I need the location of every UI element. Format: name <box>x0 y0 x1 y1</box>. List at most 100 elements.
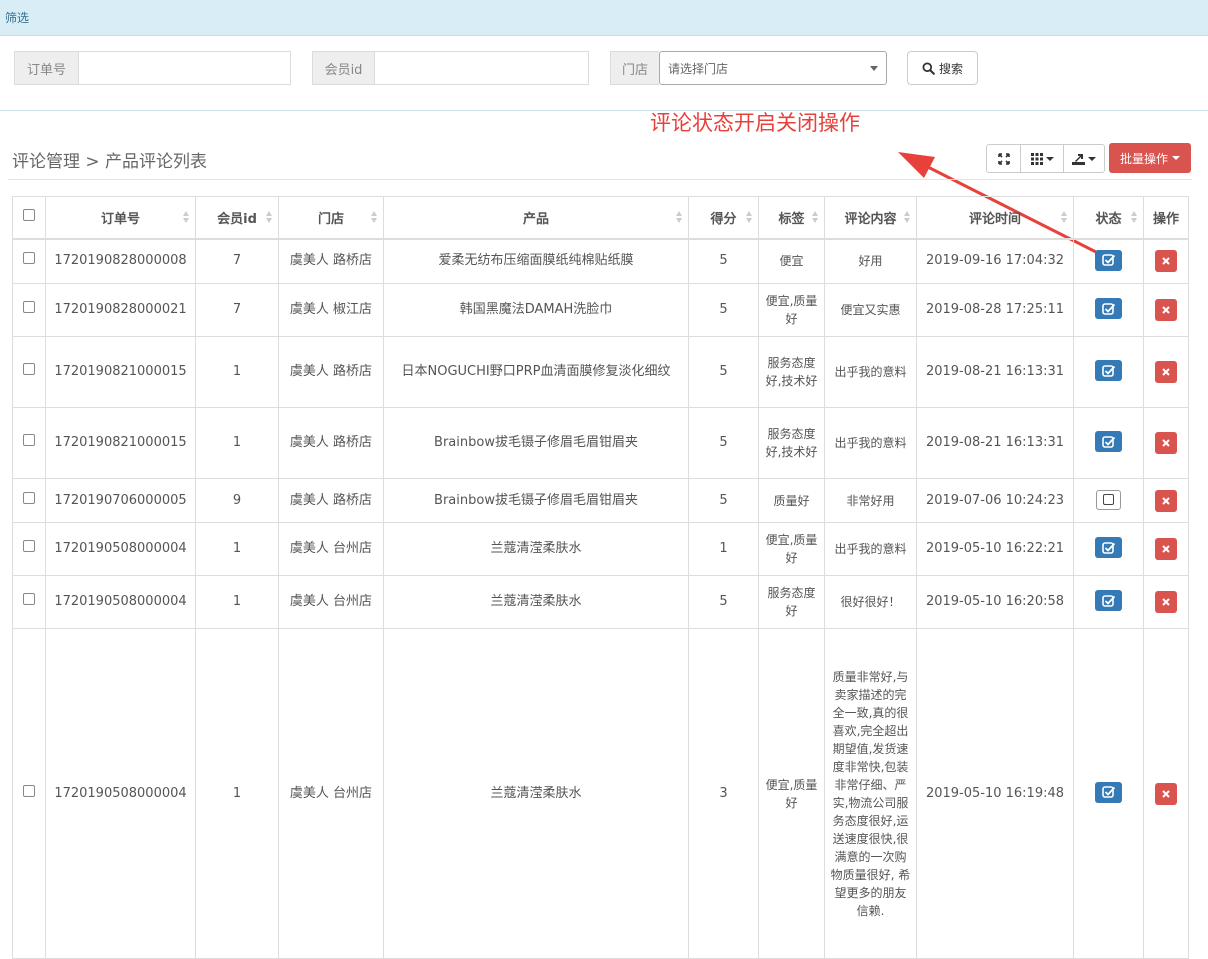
check-square-icon <box>1101 786 1115 799</box>
row-checkbox[interactable] <box>23 252 35 265</box>
column-header-label: 操作 <box>1152 211 1179 227</box>
delete-button[interactable] <box>1155 538 1177 560</box>
sort-icon <box>746 211 752 224</box>
column-header-score[interactable]: 得分 <box>688 196 759 240</box>
column-header-label: 得分 <box>710 211 737 227</box>
delete-button[interactable] <box>1155 250 1177 273</box>
export-button[interactable] <box>1063 144 1105 173</box>
status-toggle-on[interactable] <box>1095 298 1122 320</box>
status-cell <box>1073 283 1144 337</box>
delete-button[interactable] <box>1155 299 1177 321</box>
row-checkbox[interactable] <box>23 491 35 504</box>
status-cell <box>1073 575 1144 629</box>
status-toggle-off[interactable] <box>1096 489 1121 510</box>
columns-button[interactable] <box>1020 144 1064 173</box>
member-cell: 9 <box>195 478 279 523</box>
tag-cell: 服务态度好,技术好 <box>758 407 825 479</box>
table-row: 1720190828000008 7 虞美人 路桥店 爱柔无纺布压缩面膜纸纯棉贴纸膜 5… <box>12 238 1189 284</box>
order-cell: 1720190828000008 <box>45 238 196 284</box>
grid-icon <box>1030 152 1043 165</box>
column-header-product[interactable]: 产品 <box>383 196 689 240</box>
column-header-label: 订单号 <box>100 211 140 227</box>
score-cell: 5 <box>688 575 759 629</box>
status-toggle-on[interactable] <box>1095 360 1122 382</box>
status-toggle-on[interactable] <box>1095 537 1122 559</box>
sort-icon <box>676 211 682 224</box>
table-row: 1720190508000004 1 虞美人 台州店 兰蔻清滢柔肤水 5 服务态度好 很好很… <box>12 575 1189 629</box>
delete-button[interactable] <box>1155 361 1177 383</box>
table-row: 1720190821000015 1 虞美人 路桥店 日本NOGUCHI野口PRP血清… <box>12 336 1189 408</box>
select-all-checkbox[interactable] <box>23 209 35 222</box>
store-cell: 虞美人 路桥店 <box>278 336 384 408</box>
status-toggle-on[interactable] <box>1095 590 1122 612</box>
column-header-tag[interactable]: 标签 <box>758 196 825 240</box>
row-select-cell <box>12 628 46 959</box>
delete-button[interactable] <box>1155 432 1177 454</box>
empty-square-icon <box>1103 494 1114 506</box>
content-cell: 好用 <box>824 238 917 284</box>
status-cell <box>1073 238 1144 284</box>
column-header-content[interactable]: 评论内容 <box>824 196 917 240</box>
review-table: 订单号 会员id 门店 产品 得分 标签 评论内容 评论时间 状态 操作 172… <box>12 196 1189 959</box>
select-all-cell <box>12 196 46 240</box>
content-cell: 出乎我的意料 <box>824 522 917 576</box>
content-cell: 很好很好！ <box>824 575 917 629</box>
action-cell <box>1143 238 1189 284</box>
row-select-cell <box>12 575 46 629</box>
close-icon <box>1162 545 1170 553</box>
member-cell: 1 <box>195 336 279 408</box>
time-cell: 2019-08-21 16:13:31 <box>916 407 1074 479</box>
row-checkbox[interactable] <box>23 301 35 313</box>
status-toggle-on[interactable] <box>1095 431 1122 453</box>
status-toggle-on[interactable] <box>1095 781 1122 803</box>
row-checkbox[interactable] <box>23 540 35 552</box>
title-divider <box>8 179 1192 180</box>
delete-button[interactable] <box>1155 489 1177 512</box>
column-header-member[interactable]: 会员id <box>195 196 279 240</box>
order-cell: 1720190508000004 <box>45 575 196 629</box>
column-header-label: 产品 <box>522 211 549 227</box>
close-icon <box>1162 789 1170 798</box>
delete-button[interactable] <box>1155 782 1177 805</box>
sort-icon <box>1131 211 1137 224</box>
column-header-order[interactable]: 订单号 <box>45 196 196 240</box>
batch-actions-button[interactable]: 批量操作 <box>1109 143 1191 173</box>
column-header-time[interactable]: 评论时间 <box>916 196 1074 240</box>
sort-icon <box>266 211 272 224</box>
time-cell: 2019-08-21 16:13:31 <box>916 336 1074 408</box>
sort-icon <box>904 211 910 224</box>
content-cell: 非常好用 <box>824 478 917 523</box>
tag-cell: 服务态度好 <box>758 575 825 629</box>
row-checkbox[interactable] <box>23 434 35 446</box>
time-cell: 2019-07-06 10:24:23 <box>916 478 1074 523</box>
store-cell: 虞美人 路桥店 <box>278 407 384 479</box>
fullscreen-button[interactable] <box>986 144 1021 173</box>
product-cell: Brainbow拔毛镊子修眉毛眉钳眉夹 <box>383 478 689 523</box>
member-cell: 7 <box>195 238 279 284</box>
time-cell: 2019-09-16 17:04:32 <box>916 238 1074 284</box>
batch-actions-label: 批量操作 <box>1119 151 1168 166</box>
check-square-icon <box>1101 435 1115 448</box>
column-header-status[interactable]: 状态 <box>1073 196 1144 240</box>
chevron-down-icon <box>1172 156 1180 160</box>
table-row: 1720190508000004 1 虞美人 台州店 兰蔻清滢柔肤水 3 便宜,质量好 质量… <box>12 628 1189 959</box>
status-toggle-on[interactable] <box>1095 249 1122 271</box>
column-header-store[interactable]: 门店 <box>278 196 384 240</box>
chevron-down-icon <box>1088 156 1096 161</box>
column-header-label: 评论内容 <box>844 211 897 227</box>
order-cell: 1720190828000021 <box>45 283 196 337</box>
member-cell: 1 <box>195 522 279 576</box>
store-cell: 虞美人 路桥店 <box>278 238 384 284</box>
member-cell: 1 <box>195 628 279 959</box>
row-checkbox[interactable] <box>23 363 35 375</box>
tag-cell: 服务态度好,技术好 <box>758 336 825 408</box>
row-checkbox[interactable] <box>23 593 35 605</box>
export-icon <box>1072 153 1085 165</box>
table-row: 1720190828000021 7 虞美人 椒江店 韩国黑魔法DAMAH洗脸巾 5 便宜… <box>12 283 1189 337</box>
row-checkbox[interactable] <box>23 784 35 797</box>
store-cell: 虞美人 台州店 <box>278 628 384 959</box>
delete-button[interactable] <box>1155 591 1177 613</box>
member-cell: 7 <box>195 283 279 337</box>
row-select-cell <box>12 522 46 576</box>
product-cell: 兰蔻清滢柔肤水 <box>383 575 689 629</box>
